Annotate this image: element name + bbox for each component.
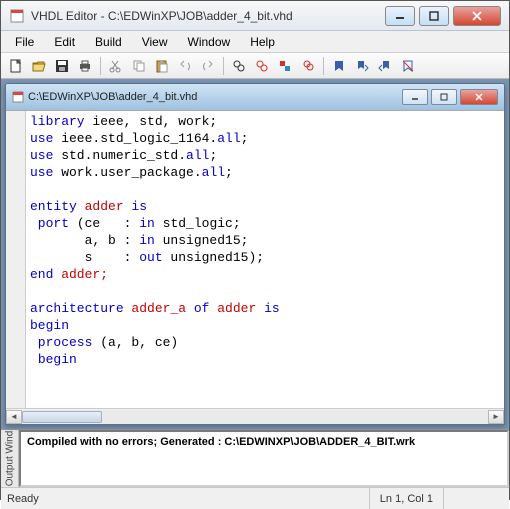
child-close-button[interactable] [460, 89, 498, 105]
menu-view[interactable]: View [132, 33, 178, 51]
bookmark-clear-icon[interactable] [397, 55, 419, 77]
title-bar: VHDL Editor - C:\EDWinXP\JOB\adder_4_bit… [1, 1, 509, 31]
save-icon[interactable] [51, 55, 73, 77]
menu-edit[interactable]: Edit [44, 33, 85, 51]
find-icon[interactable] [228, 55, 250, 77]
menu-window[interactable]: Window [178, 33, 241, 51]
menu-bar: File Edit Build View Window Help [1, 31, 509, 53]
new-file-icon[interactable] [5, 55, 27, 77]
scroll-left-icon[interactable]: ◄ [6, 410, 22, 424]
cut-icon[interactable] [105, 55, 127, 77]
child-minimize-button[interactable] [402, 89, 428, 105]
print-icon[interactable] [74, 55, 96, 77]
output-line: Compiled with no errors; Generated : C:\… [27, 436, 501, 448]
maximize-button[interactable] [419, 6, 449, 26]
open-file-icon[interactable] [28, 55, 50, 77]
output-panel: Output Wind Compiled with no errors; Gen… [1, 429, 509, 487]
app-icon [9, 8, 25, 24]
scroll-track[interactable] [22, 410, 488, 424]
bookmark-prev-icon[interactable] [374, 55, 396, 77]
redo-icon[interactable] [197, 55, 219, 77]
horizontal-scrollbar[interactable]: ◄ ► [6, 408, 504, 424]
toolbar-separator [223, 57, 224, 75]
close-button[interactable] [453, 6, 501, 26]
child-maximize-button[interactable] [431, 89, 457, 105]
window-controls [385, 6, 501, 26]
document-icon [12, 91, 24, 103]
toolbar-separator [100, 57, 101, 75]
menu-file[interactable]: File [5, 33, 44, 51]
editor-gutter [6, 111, 26, 408]
undo-icon[interactable] [174, 55, 196, 77]
scroll-thumb[interactable] [22, 411, 102, 423]
toolbar [1, 53, 509, 79]
window-title: VHDL Editor - C:\EDWinXP\JOB\adder_4_bit… [31, 9, 385, 23]
editor-child-window: C:\EDWinXP\JOB\adder_4_bit.vhd library i… [5, 83, 505, 425]
status-empty [443, 488, 503, 509]
copy-icon[interactable] [128, 55, 150, 77]
minimize-button[interactable] [385, 6, 415, 26]
output-text[interactable]: Compiled with no errors; Generated : C:\… [19, 430, 509, 487]
child-window-controls [402, 89, 498, 105]
child-title-bar: C:\EDWinXP\JOB\adder_4_bit.vhd [6, 84, 504, 110]
menu-help[interactable]: Help [240, 33, 285, 51]
code-editor[interactable]: library ieee, std, work; use ieee.std_lo… [6, 110, 504, 408]
replace-icon[interactable] [274, 55, 296, 77]
paste-icon[interactable] [151, 55, 173, 77]
status-bar: Ready Ln 1, Col 1 [1, 487, 509, 509]
output-tab[interactable]: Output Wind [1, 430, 19, 487]
child-window-title: C:\EDWinXP\JOB\adder_4_bit.vhd [28, 91, 402, 103]
toolbar-separator [323, 57, 324, 75]
menu-build[interactable]: Build [85, 33, 132, 51]
code-content[interactable]: library ieee, std, work; use ieee.std_lo… [26, 111, 504, 408]
find-next-icon[interactable] [251, 55, 273, 77]
mdi-client-area: C:\EDWinXP\JOB\adder_4_bit.vhd library i… [1, 79, 509, 429]
status-cursor-position: Ln 1, Col 1 [369, 488, 443, 509]
scroll-right-icon[interactable]: ► [488, 410, 504, 424]
find-in-files-icon[interactable] [297, 55, 319, 77]
status-ready: Ready [7, 493, 369, 505]
bookmark-icon[interactable] [328, 55, 350, 77]
bookmark-next-icon[interactable] [351, 55, 373, 77]
